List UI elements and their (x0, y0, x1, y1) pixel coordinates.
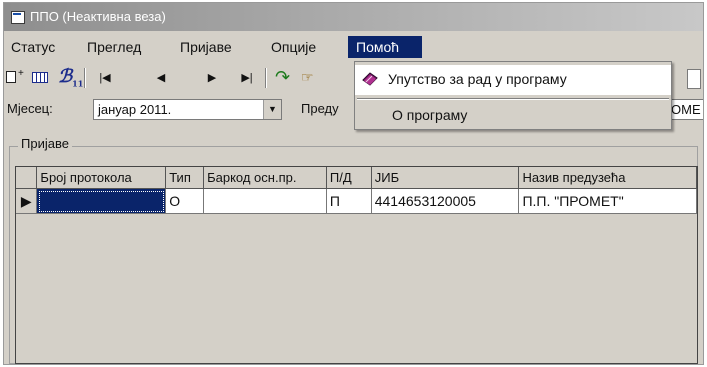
column-header[interactable]: П/Д (326, 167, 372, 189)
company-field[interactable]: ОМЕ (668, 99, 703, 120)
column-header[interactable]: Тип (165, 167, 205, 189)
menu-item-label: О програму (392, 107, 468, 123)
new-record-icon[interactable] (6, 68, 24, 83)
first-record-icon[interactable]: |◀ (97, 69, 113, 87)
pointer-icon[interactable]: ☞ (301, 69, 314, 86)
column-header[interactable]: ЈИБ (371, 167, 520, 189)
help-dropdown-menu: Упутство за рад у програму О програму (354, 61, 672, 130)
grid-header-row: Број протокола Тип Баркод осн.пр. П/Д ЈИ… (16, 167, 697, 189)
current-row-arrow-icon[interactable]: ▶ (16, 188, 38, 214)
column-header[interactable]: Број протокола (36, 167, 167, 189)
table-row[interactable]: ▶ О П 4414653120005 П.П. "ПРОМЕТ" (16, 188, 697, 214)
month-select-value: јануар 2011. (98, 102, 172, 117)
applications-grid[interactable]: Број протокола Тип Баркод осн.пр. П/Д ЈИ… (15, 166, 698, 364)
toolbar-separator (265, 68, 267, 88)
menu-item-about[interactable]: О програму (355, 101, 671, 131)
calendar-icon[interactable]: ℬ11 (58, 66, 83, 89)
column-header[interactable]: Назив предузећа (518, 167, 697, 189)
pd-cell[interactable]: П (326, 188, 372, 214)
grid-view-icon[interactable] (32, 72, 48, 83)
menu-item-label: Упутство за рад у програму (388, 71, 567, 87)
next-record-icon[interactable]: ▶ (204, 69, 220, 87)
menu-status[interactable]: Статус (8, 36, 58, 58)
book-icon (362, 72, 378, 86)
jib-cell[interactable]: 4414653120005 (371, 188, 520, 214)
menu-help[interactable]: Помоћ (348, 36, 422, 58)
month-select[interactable]: јануар 2011. ▼ (93, 99, 282, 120)
refresh-icon[interactable]: ↷ (275, 67, 290, 88)
chevron-down-icon[interactable]: ▼ (263, 100, 281, 119)
previous-record-icon[interactable]: ◀ (153, 69, 169, 87)
last-record-icon[interactable]: ▶| (239, 69, 255, 87)
company-label: Преду (301, 101, 339, 116)
app-icon (11, 11, 25, 24)
menu-options[interactable]: Опције (268, 36, 319, 58)
protocol-number-cell[interactable] (36, 188, 167, 214)
menu-applications[interactable]: Пријаве (177, 36, 235, 58)
menu-divider (357, 98, 669, 100)
column-header[interactable]: Баркод осн.пр. (203, 167, 327, 189)
group-title: Пријаве (18, 136, 72, 151)
month-label: Мјесец: (7, 101, 53, 116)
title-bar[interactable]: ППО (Неактивна веза) (4, 3, 703, 31)
window-title: ППО (Неактивна веза) (30, 9, 166, 24)
menu-view[interactable]: Преглед (84, 36, 144, 58)
menu-bar: Статус Преглед Пријаве Опције Помоћ (4, 36, 703, 58)
toolbar-field[interactable] (687, 69, 701, 89)
row-indicator-header (16, 167, 38, 189)
toolbar-separator (84, 68, 86, 88)
barcode-cell[interactable] (203, 188, 327, 214)
application-window: ППО (Неактивна веза) Статус Преглед Приј… (3, 2, 704, 365)
company-name-cell[interactable]: П.П. "ПРОМЕТ" (518, 188, 697, 214)
type-cell[interactable]: О (165, 188, 205, 214)
menu-item-user-manual[interactable]: Упутство за рад у програму (355, 65, 671, 95)
